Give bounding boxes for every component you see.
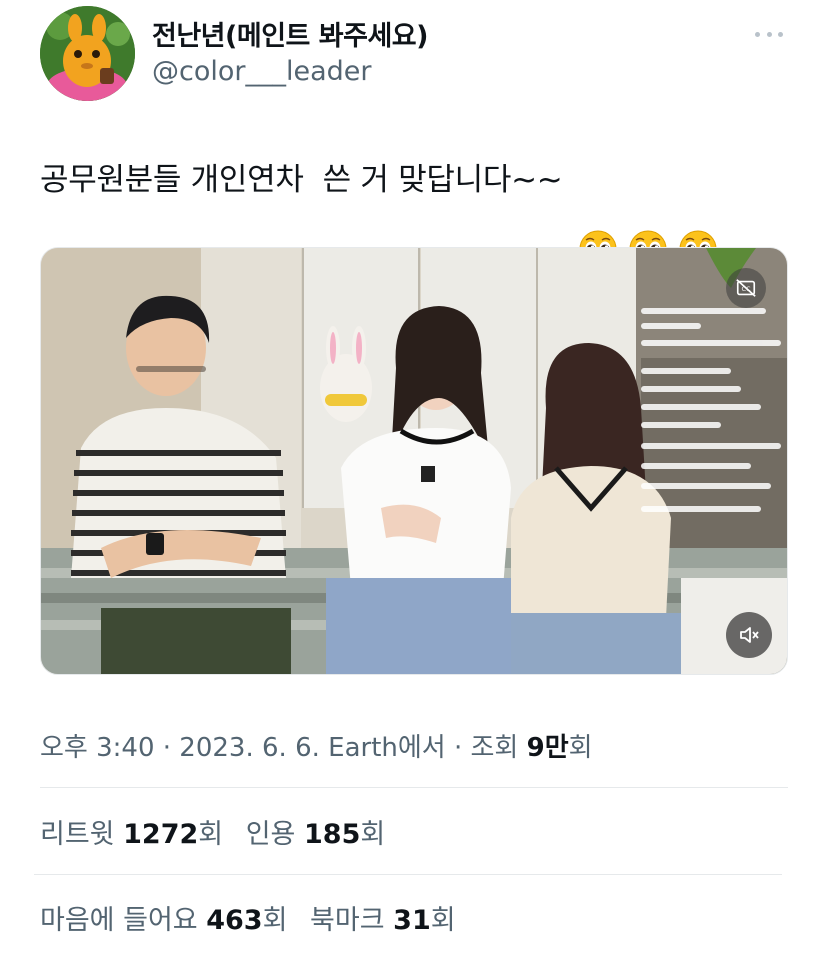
- divider: [34, 874, 782, 875]
- avatar-image: [40, 6, 135, 101]
- views-unit: 회: [568, 733, 593, 763]
- divider: [40, 787, 788, 788]
- bookmarks-label: 북마크: [310, 905, 385, 936]
- tweet-text: 공무원분들 개인연차 쓴 거 맞답니다~~: [40, 154, 718, 267]
- bookmarks-stat[interactable]: 북마크 31회: [310, 905, 456, 936]
- retweets-stat[interactable]: 리트윗 1272회: [40, 819, 232, 850]
- tweet-time[interactable]: 오후 3:40: [40, 733, 155, 763]
- tweet-date[interactable]: 2023. 6. 6.: [179, 733, 320, 763]
- unmute-button[interactable]: [726, 612, 772, 658]
- likes-count: 463: [206, 905, 263, 936]
- retweets-count: 1272: [123, 819, 199, 850]
- video-frame: [41, 248, 787, 674]
- avatar[interactable]: [40, 6, 135, 101]
- meta-separator: ·: [162, 733, 180, 763]
- meta-separator: ·: [453, 733, 471, 763]
- quotes-unit: 회: [360, 819, 386, 850]
- quotes-stat[interactable]: 인용 185회: [246, 819, 386, 850]
- captions-off-icon: CC: [736, 279, 756, 297]
- bookmarks-count: 31: [393, 905, 431, 936]
- pleading-face-emoji-icon: [578, 157, 618, 267]
- retweets-unit: 회: [198, 819, 224, 850]
- captions-button[interactable]: CC: [726, 268, 766, 308]
- tweet-source: Earth에서: [328, 733, 446, 763]
- tweet-meta: 오후 3:40 · 2023. 6. 6. Earth에서 · 조회 9만회: [40, 727, 593, 764]
- more-dot-icon: [778, 31, 783, 37]
- tweet-text-content: 공무원분들 개인연차 쓴 거 맞답니다~~: [40, 162, 563, 198]
- bookmarks-unit: 회: [430, 905, 456, 936]
- display-name[interactable]: 전난년(메인트 봐주세요): [152, 14, 428, 53]
- engagement-stats-row-2: 마음에 들어요 463회 북마크 31회: [40, 898, 456, 937]
- more-dot-icon: [755, 31, 760, 37]
- speaker-muted-icon: [740, 627, 759, 643]
- views-count: 9만: [526, 733, 569, 763]
- quotes-label: 인용: [245, 819, 296, 850]
- video-player[interactable]: CC: [40, 247, 788, 675]
- engagement-stats-row-1: 리트윗 1272회 인용 185회: [40, 812, 385, 851]
- pleading-face-emoji-icon: [628, 157, 668, 267]
- username-handle[interactable]: @color___leader: [152, 56, 372, 87]
- views-label: 조회: [470, 733, 519, 763]
- likes-label: 마음에 들어요: [40, 905, 198, 936]
- retweets-label: 리트윗: [40, 819, 115, 850]
- likes-unit: 회: [262, 905, 288, 936]
- more-dot-icon: [766, 31, 772, 37]
- quotes-count: 185: [304, 819, 361, 850]
- more-options-button[interactable]: [752, 22, 786, 46]
- pleading-face-emoji-icon: [678, 157, 718, 267]
- likes-stat[interactable]: 마음에 들어요 463회: [40, 905, 296, 936]
